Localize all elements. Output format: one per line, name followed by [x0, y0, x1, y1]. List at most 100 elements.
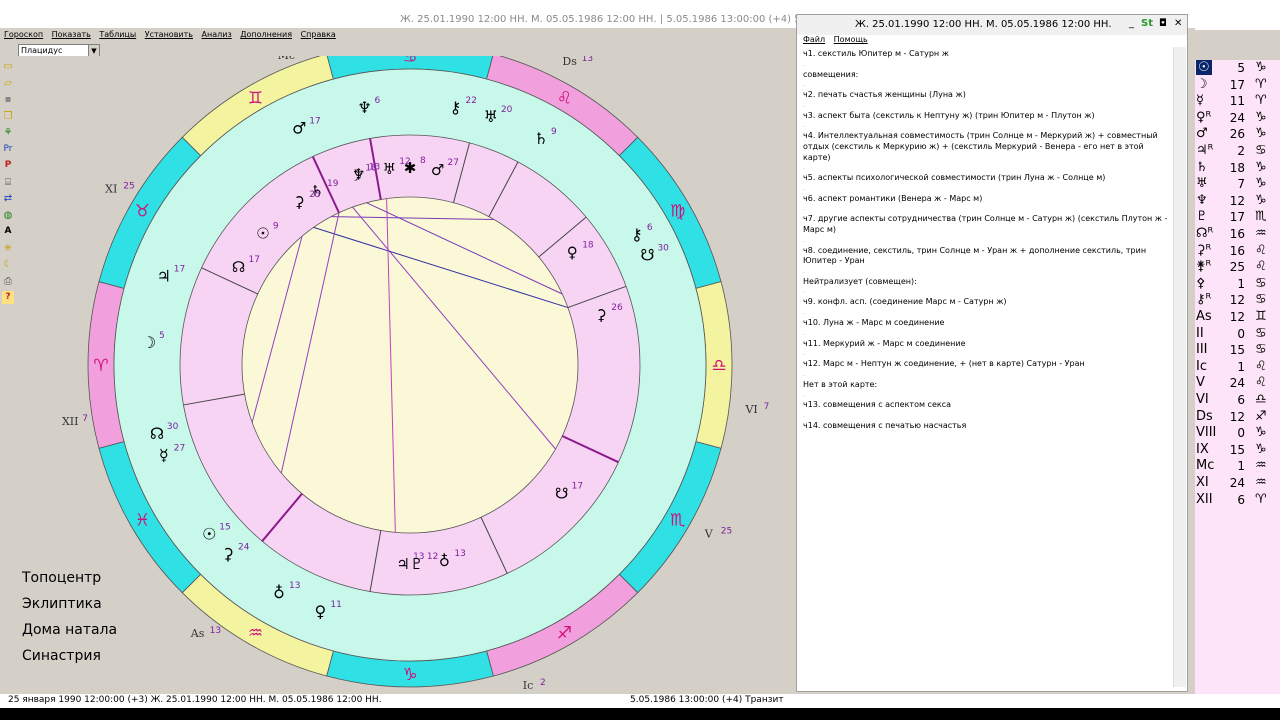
menu-item-analysis[interactable]: Анализ — [202, 30, 232, 39]
interpretation-line: ч5. аспекты психологической совместимост… — [803, 173, 1106, 183]
printer-icon[interactable]: ⎙ — [2, 275, 14, 288]
planet-row[interactable]: ⚴ 1 ♋ — [1195, 276, 1280, 293]
planet-row[interactable]: ♄ 18 ♑ — [1195, 160, 1280, 177]
interpretation-line: . — [803, 411, 805, 419]
house-label: VI — [744, 403, 757, 416]
interpretation-line: . — [803, 122, 805, 130]
maximize-icon[interactable]: ◘ — [1159, 18, 1167, 29]
planet-row[interactable]: ⚷ᴿ 12 ♋ — [1195, 292, 1280, 309]
interpretation-line: ч6. аспект романтики (Венера ж - Марс м) — [803, 193, 983, 203]
interpretation-line: ч2. печать счастья женщины (Луна ж) — [803, 90, 966, 100]
planet-row[interactable]: ♅ 7 ♑ — [1195, 176, 1280, 193]
zodiac-sign-icon: ♑ — [1255, 425, 1267, 441]
help-icon[interactable]: ? — [2, 291, 14, 304]
pr-icon[interactable]: Pr — [2, 143, 14, 156]
planet-row[interactable]: ♇ 17 ♏ — [1195, 209, 1280, 226]
interpretation-line: ч14. совмещения с печатью насчастья — [803, 420, 967, 430]
planet-glyph: ☉ — [256, 225, 269, 243]
planet-row[interactable]: Ds 12 ♐ — [1195, 409, 1280, 426]
planet-row[interactable]: ☉ 5 ♑ — [1195, 60, 1280, 77]
zodiac-sign-icon: ♑ — [1255, 441, 1267, 457]
planet-glyph: ♆ — [352, 166, 365, 184]
option-natal-houses[interactable]: Дома натала — [22, 617, 117, 643]
menu-item-tables[interactable]: Таблицы — [99, 30, 136, 39]
menu-item-settings[interactable]: Установить — [145, 30, 193, 39]
interpretation-line: ч4. Интеллектуальная совместимость (трин… — [803, 131, 1158, 162]
planet-row[interactable]: ♃ᴿ 2 ♋ — [1195, 143, 1280, 160]
save-icon[interactable]: ▪ — [2, 93, 14, 106]
planet-row[interactable]: VIII 0 ♑ — [1195, 425, 1280, 442]
chart-area: ♈♉♊♋♌♍♎♏♐♑♒♓VIII1Ds13VI7V25Ic2III16II1As… — [0, 14, 795, 713]
planet-row[interactable]: ⚵ᴿ 25 ♌ — [1195, 259, 1280, 276]
zodiac-sign-icon: ♑ — [1255, 159, 1267, 175]
planet-row[interactable]: As 12 ♊ — [1195, 309, 1280, 326]
planet-icon[interactable]: ⚘ — [2, 126, 14, 139]
menu-item-help[interactable]: Справка — [301, 30, 336, 39]
planet-degree: 1 — [1237, 359, 1245, 374]
planet-degree: 9 — [551, 127, 557, 137]
close-icon[interactable]: ✕ — [1174, 18, 1182, 29]
planet-symbol: ⚳ᴿ — [1196, 242, 1212, 258]
planet-row[interactable]: XI 24 ♒ — [1195, 475, 1280, 492]
interpretation-line: ч10. Луна ж - Марс м соединение — [803, 317, 945, 327]
zodiac-sign-icon: ♍ — [670, 202, 685, 222]
folder-open-icon[interactable]: ▱ — [2, 77, 14, 90]
planet-glyph: ☊ — [232, 258, 245, 276]
sparkle-icon[interactable]: ✳ — [2, 242, 14, 255]
interpretation-line: ч8. соединение, секстиль, трин Солнце м … — [803, 245, 1147, 266]
option-ecliptic[interactable]: Эклиптика — [22, 591, 117, 617]
zodiac-sign-icon: ♋ — [1255, 325, 1267, 341]
planet-row[interactable]: Mc 1 ♒ — [1195, 458, 1280, 475]
planet-degree: 6 — [1237, 393, 1245, 407]
menu-item-help-small[interactable]: Помощь — [834, 35, 868, 44]
p-icon[interactable]: P — [2, 159, 14, 172]
planet-degree: 17 — [572, 481, 583, 491]
zodiac-sign-icon: ♊ — [1255, 309, 1267, 324]
planet-symbol: ♄ — [1196, 159, 1208, 175]
planet-row[interactable]: ☽ 17 ♈ — [1195, 77, 1280, 94]
natal-chart-wheel: ♈♉♊♋♌♍♎♏♐♑♒♓VIII1Ds13VI7V25Ic2III16II1As… — [62, 14, 769, 713]
globe-icon[interactable]: ◍ — [2, 209, 14, 222]
moon-icon[interactable]: ☾ — [2, 258, 14, 271]
planet-row[interactable]: II 0 ♋ — [1195, 326, 1280, 343]
planet-row[interactable]: XII 6 ♈ — [1195, 492, 1280, 509]
planet-row[interactable]: Ic 1 ♌ — [1195, 359, 1280, 376]
copy-icon[interactable]: ❐ — [2, 110, 14, 123]
minimize-icon[interactable]: _ — [1129, 18, 1134, 29]
vertical-scrollbar[interactable] — [1173, 47, 1186, 687]
planet-degree: 24 — [1229, 476, 1245, 490]
menu-item-addons[interactable]: Дополнения — [240, 30, 292, 39]
exchange-icon[interactable]: ⇄ — [2, 192, 14, 205]
planet-row[interactable]: ☿ 11 ♈ — [1195, 93, 1280, 110]
option-topocentric[interactable]: Топоцентр — [22, 565, 117, 591]
menu-item-show[interactable]: Показать — [52, 30, 91, 39]
planet-row[interactable]: IX 15 ♑ — [1195, 442, 1280, 459]
a-icon[interactable]: A — [2, 225, 14, 238]
zodiac-sign-icon: ♋ — [1255, 275, 1267, 291]
planet-degree: 6 — [647, 223, 653, 233]
interpretation-line: ч13. совмещения с аспектом секса — [803, 400, 952, 410]
folder-icon[interactable]: ▭ — [2, 60, 14, 73]
print-icon[interactable]: ⌸ — [2, 176, 14, 189]
interpretation-text[interactable]: ч1. секстиль Юпитер м - Сатурн ж. совмеще… — [803, 49, 1173, 679]
planet-row[interactable]: ♆ 12 ♑ — [1195, 193, 1280, 210]
planet-symbol: ♇ — [1196, 209, 1208, 225]
planet-row[interactable]: ♀ᴿ 24 ♑ — [1195, 110, 1280, 127]
planet-row[interactable]: III 15 ♋ — [1195, 342, 1280, 359]
zodiac-sign-icon: ♑ — [1255, 192, 1267, 208]
option-synastry[interactable]: Синастрия — [22, 643, 117, 669]
menu-item-horoscope[interactable]: Гороскоп — [4, 30, 43, 39]
planet-degree: 17 — [1229, 210, 1245, 225]
interpretation-line: . — [803, 236, 805, 244]
interpretation-line: ч12. Марс м - Нептун ж соединение, + (не… — [803, 359, 1085, 369]
planet-row[interactable]: V 24 ♌ — [1195, 375, 1280, 392]
planet-row[interactable]: VI 6 ♎ — [1195, 392, 1280, 409]
zodiac-sign-icon: ♌ — [1255, 259, 1267, 275]
planet-row[interactable]: ☊ᴿ 16 ♒ — [1195, 226, 1280, 243]
planet-degree: 27 — [174, 444, 185, 454]
planet-symbol: VIII — [1196, 425, 1217, 441]
planet-row[interactable]: ♂ 26 ♑ — [1195, 126, 1280, 143]
menu-item-file[interactable]: Файл — [803, 35, 825, 44]
left-toolbar: ▭ ▱ ▪ ❐ ⚘ Pr P ⌸ ⇄ ◍ A ✳ ☾ ⎙ ? — [2, 60, 16, 304]
planet-row[interactable]: ⚳ᴿ 16 ♌ — [1195, 243, 1280, 260]
